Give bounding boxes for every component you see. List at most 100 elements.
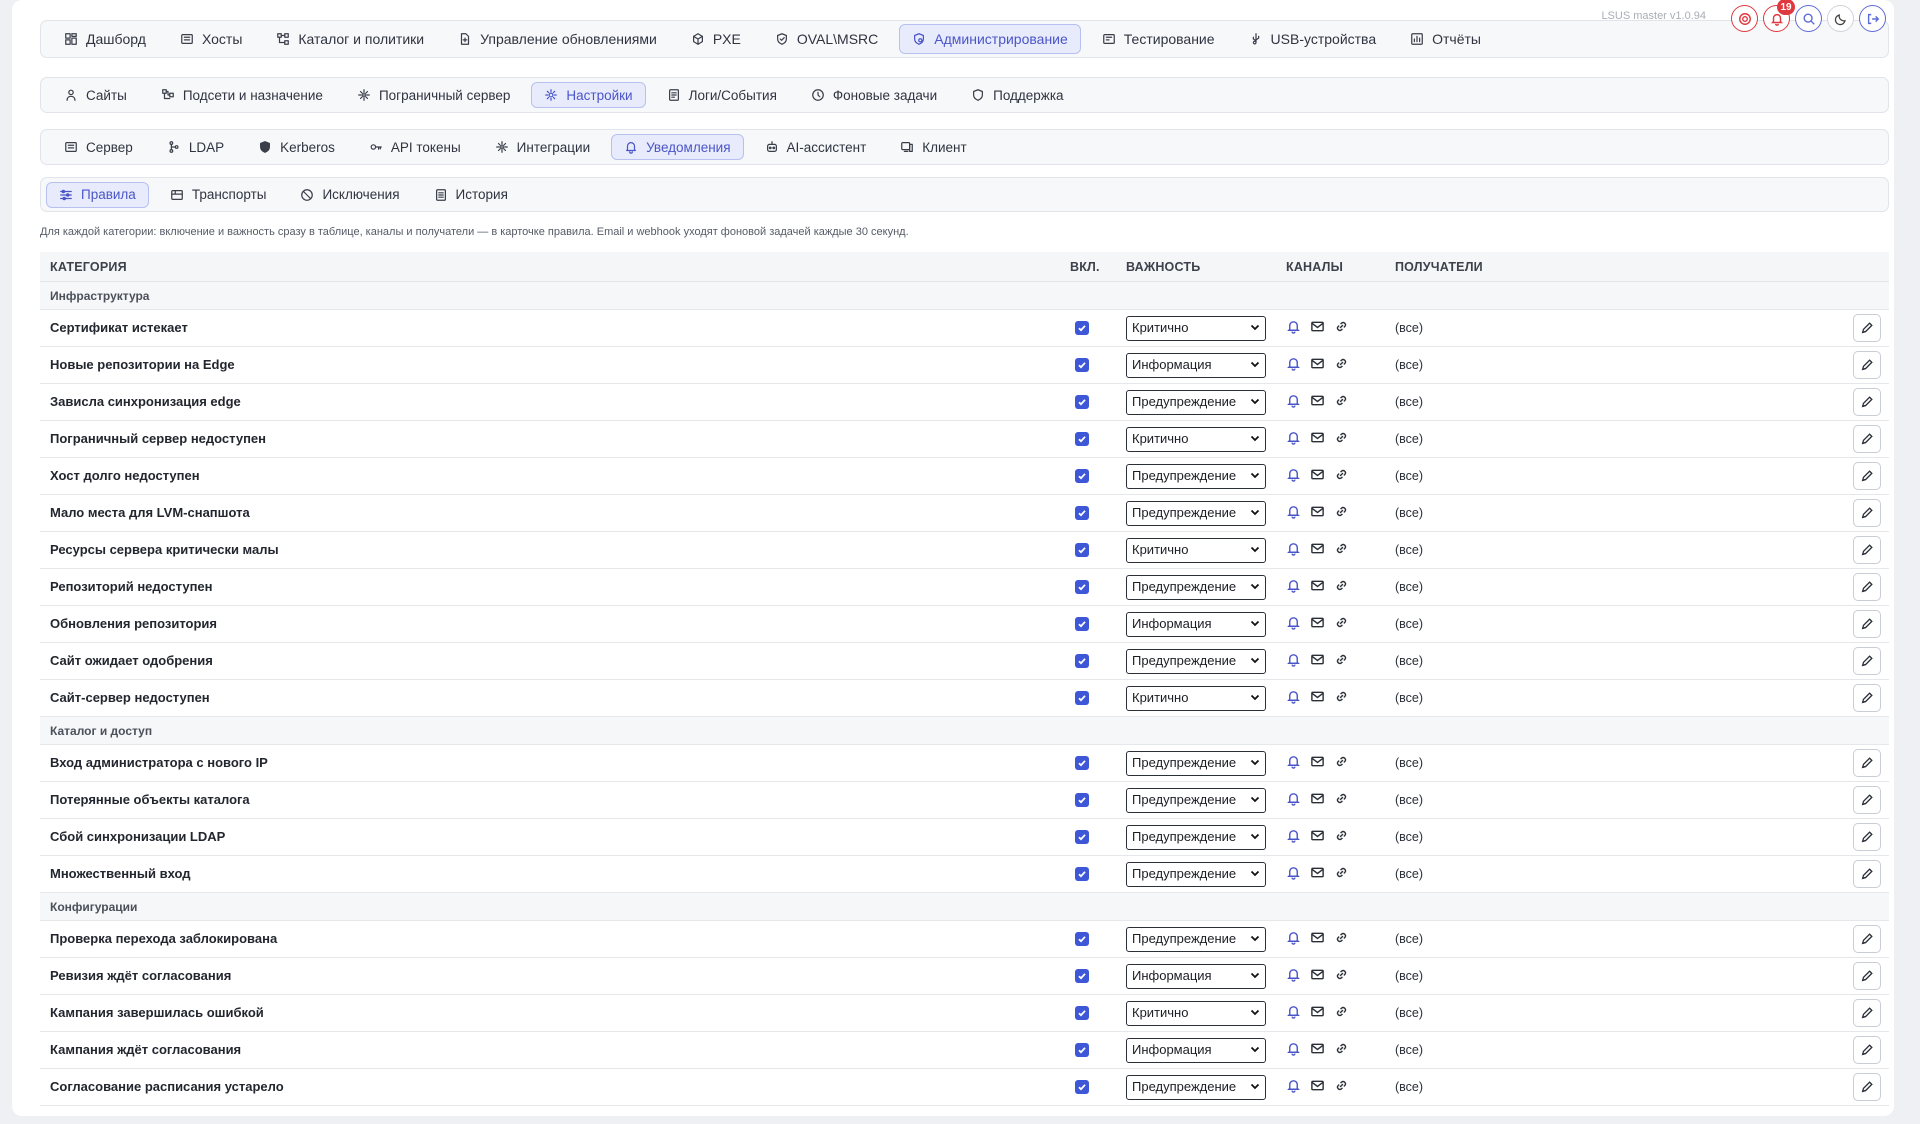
severity-select[interactable]: Предупреждение: [1126, 1075, 1266, 1100]
edit-rule-button[interactable]: [1853, 462, 1881, 490]
admin-tab-2[interactable]: Пограничный сервер: [344, 82, 523, 108]
admin-tab-6[interactable]: Поддержка: [958, 82, 1076, 108]
settings-tab-6[interactable]: AI-ассистент: [752, 134, 880, 160]
channels: [1286, 1041, 1349, 1056]
top-nav-item-8[interactable]: USB-устройства: [1236, 24, 1390, 54]
admin-tab-4[interactable]: Логи/События: [654, 82, 790, 108]
kerberos-icon: [260, 141, 271, 153]
severity-select[interactable]: Критично: [1126, 1001, 1266, 1026]
top-nav-item-6[interactable]: Администрирование: [899, 24, 1081, 54]
enabled-checkbox[interactable]: [1075, 867, 1089, 881]
notification-tab-0[interactable]: Правила: [46, 181, 149, 208]
severity-select[interactable]: Предупреждение: [1126, 649, 1266, 674]
severity-select[interactable]: Предупреждение: [1126, 751, 1266, 776]
admin-tab-1[interactable]: Подсети и назначение: [148, 82, 336, 108]
settings-tab-0[interactable]: Сервер: [51, 134, 146, 160]
edit-rule-button[interactable]: [1853, 786, 1881, 814]
edit-rule-button[interactable]: [1853, 823, 1881, 851]
edit-rule-button[interactable]: [1853, 999, 1881, 1027]
edit-rule-button[interactable]: [1853, 388, 1881, 416]
edit-rule-button[interactable]: [1853, 314, 1881, 342]
severity-select[interactable]: Предупреждение: [1126, 825, 1266, 850]
admin-tab-0[interactable]: Сайты: [51, 82, 140, 108]
enabled-checkbox[interactable]: [1075, 691, 1089, 705]
email-channel-icon: [1311, 756, 1324, 767]
severity-select[interactable]: Предупреждение: [1126, 862, 1266, 887]
search-button[interactable]: [1795, 5, 1822, 32]
settings-tab-2[interactable]: Kerberos: [245, 134, 348, 160]
severity-value: Информация: [1132, 968, 1212, 983]
top-nav-item-1[interactable]: Хосты: [167, 24, 255, 54]
enabled-checkbox[interactable]: [1075, 1080, 1089, 1094]
edit-rule-button[interactable]: [1853, 610, 1881, 638]
email-channel-icon: [1311, 793, 1324, 804]
enabled-checkbox[interactable]: [1075, 543, 1089, 557]
severity-select[interactable]: Информация: [1126, 964, 1266, 989]
enabled-checkbox[interactable]: [1075, 1006, 1089, 1020]
severity-select[interactable]: Критично: [1126, 316, 1266, 341]
enabled-checkbox[interactable]: [1075, 932, 1089, 946]
edit-rule-button[interactable]: [1853, 749, 1881, 777]
edit-rule-button[interactable]: [1853, 1073, 1881, 1101]
notifications-button[interactable]: 19: [1763, 0, 1795, 32]
top-nav-item-3[interactable]: Управление обновлениями: [445, 24, 670, 54]
top-nav-item-2[interactable]: Каталог и политики: [263, 24, 437, 54]
enabled-checkbox[interactable]: [1075, 469, 1089, 483]
admin-tab-5[interactable]: Фоновые задачи: [798, 82, 950, 108]
enabled-checkbox[interactable]: [1075, 506, 1089, 520]
edit-rule-button[interactable]: [1853, 1036, 1881, 1064]
severity-select[interactable]: Предупреждение: [1126, 390, 1266, 415]
severity-select[interactable]: Предупреждение: [1126, 501, 1266, 526]
enabled-checkbox[interactable]: [1075, 395, 1089, 409]
logout-button[interactable]: [1859, 5, 1886, 32]
enabled-checkbox[interactable]: [1075, 969, 1089, 983]
severity-select[interactable]: Предупреждение: [1126, 788, 1266, 813]
top-nav-item-7[interactable]: Тестирование: [1089, 24, 1228, 54]
severity-select[interactable]: Предупреждение: [1126, 927, 1266, 952]
top-nav-item-0[interactable]: Дашборд: [51, 24, 159, 54]
enabled-checkbox[interactable]: [1075, 830, 1089, 844]
enabled-checkbox[interactable]: [1075, 654, 1089, 668]
settings-tab-1[interactable]: LDAP: [154, 134, 237, 160]
admin-tab-3[interactable]: Настройки: [531, 82, 646, 108]
edit-rule-button[interactable]: [1853, 684, 1881, 712]
severity-select[interactable]: Критично: [1126, 427, 1266, 452]
enabled-checkbox[interactable]: [1075, 756, 1089, 770]
theme-toggle-button[interactable]: [1827, 5, 1854, 32]
notification-tab-1[interactable]: Транспорты: [157, 182, 280, 208]
settings-tab-7[interactable]: Клиент: [887, 134, 979, 160]
notification-tab-2[interactable]: Исключения: [287, 182, 412, 208]
enabled-checkbox[interactable]: [1075, 321, 1089, 335]
top-nav-item-9[interactable]: Отчёты: [1397, 24, 1494, 54]
webhook-channel-icon: [1336, 432, 1347, 443]
severity-select[interactable]: Предупреждение: [1126, 575, 1266, 600]
severity-select[interactable]: Информация: [1126, 1038, 1266, 1063]
enabled-checkbox[interactable]: [1075, 617, 1089, 631]
edit-rule-button[interactable]: [1853, 351, 1881, 379]
edit-rule-button[interactable]: [1853, 536, 1881, 564]
edit-rule-button[interactable]: [1853, 962, 1881, 990]
severity-select[interactable]: Предупреждение: [1126, 464, 1266, 489]
top-nav-item-4[interactable]: PXE: [678, 24, 754, 54]
enabled-checkbox[interactable]: [1075, 580, 1089, 594]
notification-tab-3[interactable]: История: [421, 182, 521, 208]
edit-rule-button[interactable]: [1853, 499, 1881, 527]
settings-tab-5[interactable]: Уведомления: [611, 134, 744, 160]
edit-rule-button[interactable]: [1853, 573, 1881, 601]
settings-tab-3[interactable]: API токены: [356, 134, 474, 160]
edit-rule-button[interactable]: [1853, 647, 1881, 675]
enabled-checkbox[interactable]: [1075, 1043, 1089, 1057]
support-button[interactable]: [1731, 5, 1758, 32]
severity-select[interactable]: Критично: [1126, 686, 1266, 711]
severity-select[interactable]: Информация: [1126, 612, 1266, 637]
settings-tab-4[interactable]: Интеграции: [482, 134, 603, 160]
enabled-checkbox[interactable]: [1075, 358, 1089, 372]
edit-rule-button[interactable]: [1853, 860, 1881, 888]
severity-select[interactable]: Критично: [1126, 538, 1266, 563]
enabled-checkbox[interactable]: [1075, 793, 1089, 807]
edit-rule-button[interactable]: [1853, 425, 1881, 453]
enabled-checkbox[interactable]: [1075, 432, 1089, 446]
top-nav-item-5[interactable]: OVAL\MSRC: [762, 24, 891, 54]
edit-rule-button[interactable]: [1853, 925, 1881, 953]
severity-select[interactable]: Информация: [1126, 353, 1266, 378]
